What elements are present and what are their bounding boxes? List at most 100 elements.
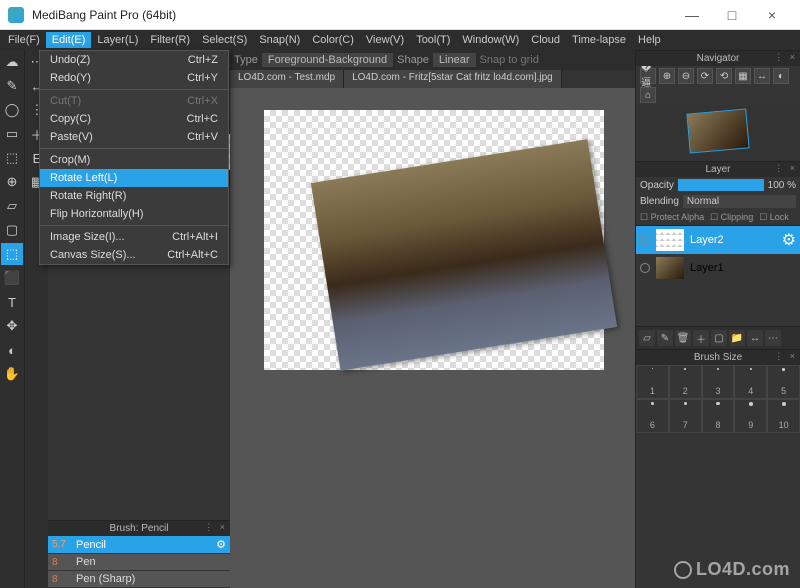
menu-edite[interactable]: Edit(E) [46,32,92,48]
menu-filterr[interactable]: Filter(R) [144,32,196,48]
brush-list-title: Brush: Pencil [48,520,230,536]
menu-layerl[interactable]: Layer(L) [91,32,144,48]
minimize-button[interactable]: — [672,1,712,29]
navigator-title: Navigator [636,50,800,66]
layer-protect-0[interactable]: ☐ Protect Alpha [640,212,704,223]
layer-visibility-toggle[interactable] [640,235,650,245]
layer-row-1[interactable]: Layer1 [636,254,800,282]
primary-tool-0[interactable]: ☁ [1,51,23,73]
menu-item-copyc[interactable]: Copy(C)Ctrl+C [40,110,228,128]
brush-size-cell-3[interactable]: 3 [702,365,735,399]
maximize-button[interactable]: □ [712,1,752,29]
opacity-value: 100 % [768,180,796,191]
layer-row-0[interactable]: Layer2⚙ [636,226,800,254]
navigator-icon-4[interactable]: ⟲ [716,68,732,84]
menu-item-undoz[interactable]: Undo(Z)Ctrl+Z [40,51,228,69]
blending-select[interactable]: Normal [683,195,796,208]
primary-tool-13[interactable]: ✋ [1,363,23,385]
canvas-area: Type Foreground-Background Shape Linear … [230,50,635,588]
document-tab-0[interactable]: LO4D.com - Test.mdp [230,70,344,88]
navigator-icon-0[interactable]: �逼 [640,68,656,84]
document-tab-1[interactable]: LO4D.com - Fritz[5star Cat fritz lo4d.co… [344,70,562,88]
menu-item-cropm[interactable]: Crop(M) [40,151,228,169]
layer-protect-1[interactable]: ☐ Clipping [710,212,753,223]
layer-protect-2[interactable]: ☐ Lock [759,212,789,223]
primary-tool-7[interactable]: ▢ [1,219,23,241]
navigator-icon-3[interactable]: ⟳ [697,68,713,84]
image-layer-content[interactable] [311,139,617,370]
snap-to-grid-toggle[interactable]: Snap to grid [480,54,539,66]
menu-item-redoy[interactable]: Redo(Y)Ctrl+Y [40,69,228,87]
menu-snapn[interactable]: Snap(N) [253,32,306,48]
layer-opacity-slider[interactable] [678,179,764,191]
gear-icon[interactable]: ⚙ [216,538,226,551]
brush-size-cell-7[interactable]: 7 [669,399,702,433]
primary-tool-12[interactable]: ◐ [1,339,23,361]
brush-size-cell-10[interactable]: 10 [767,399,800,433]
layer-thumbnail [656,229,684,251]
opacity-label: Opacity [640,180,674,191]
brush-size-cell-5[interactable]: 5 [767,365,800,399]
menu-filef[interactable]: File(F) [2,32,46,48]
menu-help[interactable]: Help [632,32,667,48]
canvas-shape-select[interactable]: Linear [433,53,476,67]
menu-item-rotateleftl[interactable]: Rotate Left(L) [40,169,228,187]
menu-cloud[interactable]: Cloud [525,32,566,48]
menu-bar: File(F)Edit(E)Layer(L)Filter(R)Select(S)… [0,30,800,50]
primary-tool-8[interactable]: ⬚ [1,243,23,265]
menu-colorc[interactable]: Color(C) [306,32,360,48]
navigator-icon-5[interactable]: ▦ [735,68,751,84]
layer-visibility-toggle[interactable] [640,263,650,273]
primary-tool-10[interactable]: T [1,291,23,313]
layer-toolbar-btn-3[interactable]: ＋ [693,330,709,346]
primary-tool-11[interactable]: ✥ [1,315,23,337]
layer-toolbar-btn-4[interactable]: ▢ [711,330,727,346]
brush-size-cell-9[interactable]: 9 [734,399,767,433]
brush-item-pencil[interactable]: 5.7Pencil⚙ [48,536,230,554]
brush-size-cell-1[interactable]: 1 [636,365,669,399]
navigator-icon-1[interactable]: ⊕ [659,68,675,84]
navigator-icon-8[interactable]: ⌂ [640,87,656,103]
menu-item-imagesizei[interactable]: Image Size(I)...Ctrl+Alt+I [40,228,228,246]
canvas-type-select[interactable]: Foreground-Background [262,53,393,67]
menu-item-canvassizes[interactable]: Canvas Size(S)...Ctrl+Alt+C [40,246,228,264]
blending-label: Blending [640,196,679,207]
layer-toolbar-btn-6[interactable]: ↔ [747,330,763,346]
menu-timelapse[interactable]: Time-lapse [566,32,632,48]
brush-item-pensharp[interactable]: 8Pen (Sharp) [48,571,230,588]
menu-item-pastev[interactable]: Paste(V)Ctrl+V [40,128,228,146]
menu-toolt[interactable]: Tool(T) [410,32,456,48]
primary-tool-9[interactable]: ⬛ [1,267,23,289]
navigator-thumb-area [636,105,800,161]
layer-toolbar-btn-1[interactable]: ✎ [657,330,673,346]
navigator-icon-7[interactable]: ◐ [773,68,789,84]
navigator-icon-6[interactable]: ↔ [754,68,770,84]
brush-size-cell-8[interactable]: 8 [702,399,735,433]
menu-item-fliphorizontallyh[interactable]: Flip Horizontally(H) [40,205,228,223]
primary-tool-3[interactable]: ▭ [1,123,23,145]
canvas-viewport[interactable] [230,88,635,588]
navigator-icon-2[interactable]: ⊖ [678,68,694,84]
menu-viewv[interactable]: View(V) [360,32,410,48]
layer-toolbar-btn-7[interactable]: ⋯ [765,330,781,346]
close-button[interactable]: × [752,1,792,29]
gear-icon[interactable]: ⚙ [782,230,796,250]
navigator-thumbnail[interactable] [686,108,749,153]
primary-tool-4[interactable]: ⬚ [1,147,23,169]
layer-panel-title: Layer [636,161,800,177]
brush-size-cell-2[interactable]: 2 [669,365,702,399]
brush-size-cell-6[interactable]: 6 [636,399,669,433]
brush-size-cell-4[interactable]: 4 [734,365,767,399]
primary-tool-1[interactable]: ✎ [1,75,23,97]
menu-selects[interactable]: Select(S) [196,32,253,48]
layer-toolbar-btn-5[interactable]: 📁 [729,330,745,346]
brush-item-pen[interactable]: 8Pen [48,554,230,571]
primary-tool-2[interactable]: ◯ [1,99,23,121]
layer-toolbar-btn-2[interactable]: 🗑 [675,330,691,346]
primary-tool-5[interactable]: ⊕ [1,171,23,193]
menu-item-rotaterightr[interactable]: Rotate Right(R) [40,187,228,205]
primary-tool-6[interactable]: ▱ [1,195,23,217]
layer-protection-row: ☐ Protect Alpha ☐ Clipping ☐ Lock [636,210,800,226]
layer-toolbar-btn-0[interactable]: ▱ [639,330,655,346]
menu-windoww[interactable]: Window(W) [456,32,525,48]
